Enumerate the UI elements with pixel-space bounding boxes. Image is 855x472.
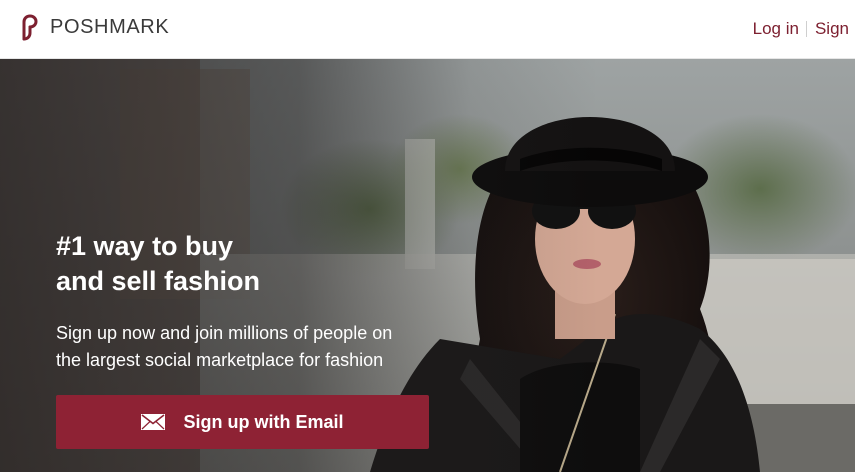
- signup-with-email-button[interactable]: Sign up with Email: [56, 395, 429, 449]
- auth-divider: [805, 21, 807, 37]
- login-link[interactable]: Log in: [753, 19, 799, 39]
- hero-headline: #1 way to buy and sell fashion: [56, 229, 260, 299]
- subtext-line-1: Sign up now and join millions of people …: [56, 323, 393, 343]
- auth-links: Log in Sign: [753, 19, 849, 39]
- headline-line-1: #1 way to buy: [56, 231, 234, 261]
- hero-subtext: Sign up now and join millions of people …: [56, 320, 456, 374]
- subtext-line-2: the largest social marketplace for fashi…: [56, 350, 384, 370]
- top-bar: POSHMARK Log in Sign: [0, 0, 855, 59]
- hero-section: #1 way to buy and sell fashion Sign up n…: [0, 59, 855, 472]
- signup-link[interactable]: Sign: [815, 19, 849, 39]
- envelope-icon: [141, 414, 166, 430]
- poshmark-logo[interactable]: POSHMARK: [17, 13, 169, 41]
- brand-name: POSHMARK: [50, 15, 170, 38]
- poshmark-logo-icon: [22, 14, 38, 41]
- signup-with-email-label: Sign up with Email: [183, 411, 344, 432]
- headline-line-2: and sell fashion: [56, 266, 261, 296]
